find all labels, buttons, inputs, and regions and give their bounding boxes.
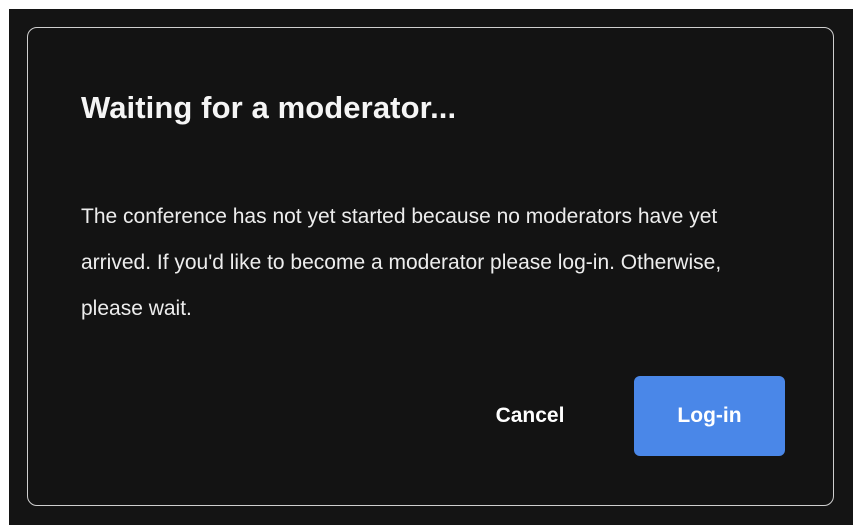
cancel-button[interactable]: Cancel: [482, 392, 578, 440]
login-button[interactable]: Log-in: [634, 376, 785, 456]
dialog-title: Waiting for a moderator...: [81, 90, 457, 125]
dialog-message: The conference has not yet started becau…: [81, 205, 722, 320]
waiting-for-moderator-dialog: Waiting for a moderator... The conferenc…: [27, 27, 834, 506]
